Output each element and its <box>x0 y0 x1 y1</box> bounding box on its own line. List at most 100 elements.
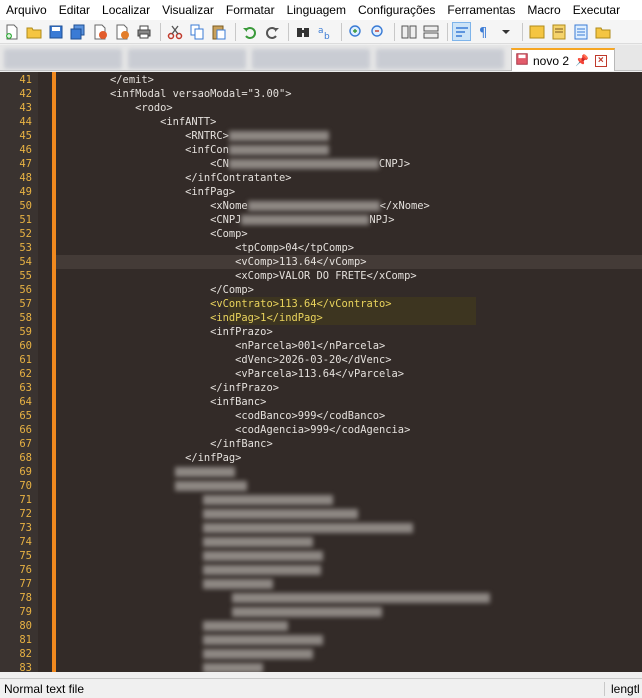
svg-text:a: a <box>318 26 324 36</box>
code-line[interactable]: 59 <infPrazo> <box>0 325 642 339</box>
code-line[interactable]: 45 <RNTRC> <box>0 129 642 143</box>
code-line[interactable]: 82 <box>0 647 642 661</box>
sync-horizontal-icon[interactable] <box>421 22 440 41</box>
code-line[interactable]: 76 <box>0 563 642 577</box>
code-line[interactable]: 54 <vComp>113.64</vComp> <box>0 255 642 269</box>
open-file-icon[interactable] <box>24 22 43 41</box>
code-line[interactable]: 58 <indPag>1</indPag> <box>0 311 642 325</box>
code-text: </infPrazo> <box>60 382 279 394</box>
code-line[interactable]: 51 <CNPJ NPJ> <box>0 213 642 227</box>
menu-ferramentas[interactable]: Ferramentas <box>441 0 521 20</box>
code-line[interactable]: 49 <infPag> <box>0 185 642 199</box>
code-line[interactable]: 77 <box>0 577 642 591</box>
line-number: 70 <box>19 480 32 492</box>
code-line[interactable]: 44 <infANTT> <box>0 115 642 129</box>
code-line[interactable]: 55 <xComp>VALOR DO FRETE</xComp> <box>0 269 642 283</box>
code-text: <tpComp>04</tpComp> <box>60 242 355 254</box>
zoom-in-icon[interactable] <box>346 22 365 41</box>
close-all-icon[interactable] <box>112 22 131 41</box>
line-number: 66 <box>19 424 32 436</box>
code-line[interactable]: 57 <vContrato>113.64</vContrato> <box>0 297 642 311</box>
indent-guide-dropdown-icon[interactable] <box>496 22 515 41</box>
line-number: 68 <box>19 452 32 464</box>
menu-arquivo[interactable]: Arquivo <box>0 0 53 20</box>
line-number: 51 <box>19 214 32 226</box>
show-all-characters-icon[interactable]: ¶ <box>474 22 493 41</box>
code-line[interactable]: 67 </infBanc> <box>0 437 642 451</box>
menu-editar[interactable]: Editar <box>53 0 96 20</box>
code-line[interactable]: 63 </infPrazo> <box>0 381 642 395</box>
code-text: <xNome </xNome> <box>60 200 430 212</box>
code-line[interactable]: 60 <nParcela>001</nParcela> <box>0 339 642 353</box>
blurred-code <box>203 551 323 561</box>
menu-formatar[interactable]: Formatar <box>220 0 281 20</box>
code-line[interactable]: 43 <rodo> <box>0 101 642 115</box>
menu-executar[interactable]: Executar <box>567 0 626 20</box>
language-icon[interactable] <box>527 22 546 41</box>
code-editor[interactable]: 41 </emit> 42 <infModal versaoModal="3.00… <box>0 72 642 672</box>
paste-icon[interactable] <box>209 22 228 41</box>
tab-novo-2[interactable]: novo 2 📌 × <box>511 48 615 71</box>
code-line[interactable]: 47 <CN CNPJ> <box>0 157 642 171</box>
print-icon[interactable] <box>134 22 153 41</box>
blurred-tab[interactable] <box>4 49 122 69</box>
code-line[interactable]: 69 <box>0 465 642 479</box>
code-line[interactable]: 65 <codBanco>999</codBanco> <box>0 409 642 423</box>
blurred-tab[interactable] <box>252 49 370 69</box>
cut-icon[interactable] <box>165 22 184 41</box>
blurred-tab[interactable] <box>376 49 504 69</box>
folder-workspace-icon[interactable] <box>593 22 612 41</box>
code-text: <infBanc> <box>60 396 267 408</box>
close-file-icon[interactable] <box>90 22 109 41</box>
menu-macro[interactable]: Macro <box>521 0 566 20</box>
menu-linguagem[interactable]: Linguagem <box>281 0 352 20</box>
code-line[interactable]: 70 <box>0 479 642 493</box>
code-line[interactable]: 80 <box>0 619 642 633</box>
menu-localizar[interactable]: Localizar <box>96 0 156 20</box>
code-line[interactable]: 50 <xNome </xNome> <box>0 199 642 213</box>
copy-icon[interactable] <box>187 22 206 41</box>
line-number: 81 <box>19 634 32 646</box>
file-type-label: Normal text file <box>4 682 85 696</box>
replace-icon[interactable]: ab <box>315 22 334 41</box>
code-line[interactable]: 66 <codAgencia>999</codAgencia> <box>0 423 642 437</box>
code-line[interactable]: 68 </infPag> <box>0 451 642 465</box>
code-line[interactable]: 56 </Comp> <box>0 283 642 297</box>
code-line[interactable]: 62 <vParcela>113.64</vParcela> <box>0 367 642 381</box>
code-line[interactable]: 64 <infBanc> <box>0 395 642 409</box>
blurred-tab[interactable] <box>128 49 246 69</box>
code-line[interactable]: 42 <infModal versaoModal="3.00"> <box>0 87 642 101</box>
redo-icon[interactable] <box>262 22 281 41</box>
code-line[interactable]: 52 <Comp> <box>0 227 642 241</box>
code-line[interactable]: 46 <infCon <box>0 143 642 157</box>
code-text: <CNPJ NPJ> <box>60 214 395 226</box>
function-list-icon[interactable] <box>571 22 590 41</box>
line-number: 75 <box>19 550 32 562</box>
new-file-icon[interactable] <box>2 22 21 41</box>
close-icon[interactable]: × <box>594 54 607 67</box>
menu-configuracoes[interactable]: Configurações <box>352 0 441 20</box>
menu-visualizar[interactable]: Visualizar <box>156 0 220 20</box>
word-wrap-icon[interactable] <box>452 22 471 41</box>
undo-icon[interactable] <box>240 22 259 41</box>
line-number: 69 <box>19 466 32 478</box>
save-icon[interactable] <box>46 22 65 41</box>
code-line[interactable]: 74 <box>0 535 642 549</box>
code-line[interactable]: 61 <dVenc>2026-03-20</dVenc> <box>0 353 642 367</box>
pin-icon[interactable]: 📌 <box>575 54 589 67</box>
code-line[interactable]: 53 <tpComp>04</tpComp> <box>0 241 642 255</box>
sync-vertical-icon[interactable] <box>399 22 418 41</box>
line-number: 55 <box>19 270 32 282</box>
zoom-out-icon[interactable] <box>368 22 387 41</box>
blurred-code <box>232 593 490 603</box>
save-all-icon[interactable] <box>68 22 87 41</box>
find-icon[interactable] <box>293 22 312 41</box>
code-text: </infBanc> <box>60 438 273 450</box>
code-text: <CN CNPJ> <box>60 158 411 170</box>
code-line[interactable]: 41 </emit> <box>0 73 642 87</box>
blurred-code <box>175 467 235 477</box>
code-line[interactable]: 83 <box>0 661 642 672</box>
code-line[interactable]: 48 </infContratante> <box>0 171 642 185</box>
document-map-icon[interactable] <box>549 22 568 41</box>
tab-label: novo 2 <box>533 53 570 68</box>
